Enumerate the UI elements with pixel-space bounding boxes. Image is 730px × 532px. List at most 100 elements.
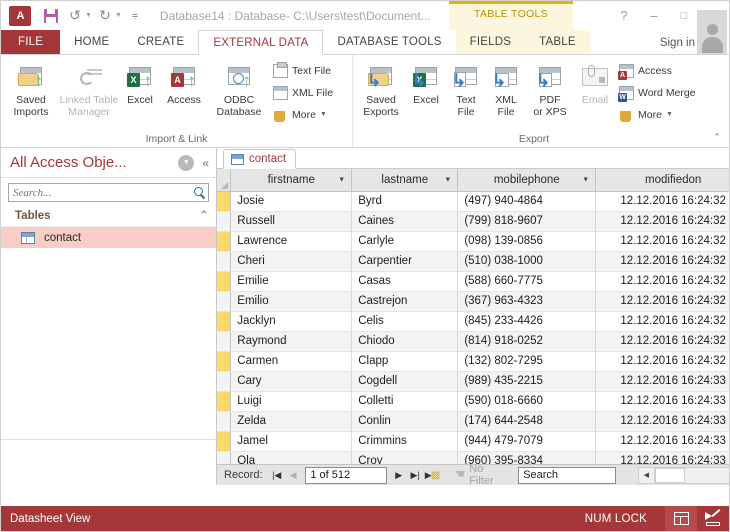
export-more-button[interactable]: More ▼ [616,104,699,125]
cell-lastname[interactable]: Colletti [351,391,459,412]
cell-lastname[interactable]: Caines [351,211,459,232]
filter-toggle-button[interactable]: No Filter [454,463,510,487]
sign-in-link[interactable]: Sign in [660,30,695,55]
row-selector[interactable] [217,371,232,392]
cell-lastname[interactable]: Casas [351,271,459,292]
search-icon[interactable] [193,186,206,199]
select-all-corner[interactable] [217,169,232,192]
chevron-down-icon[interactable]: ▼ [178,154,195,171]
table-row[interactable]: Emilio Castrejon (367) 963-4323 12.12.2016 … [217,291,729,312]
cell-firstname[interactable]: Josie [230,191,353,212]
record-search-input[interactable]: Search [518,466,616,484]
xml-file-export-button[interactable]: ↳ XML File [486,59,526,118]
row-selector[interactable] [217,211,232,232]
odbc-database-button[interactable]: ↑ ODBC Database [208,59,270,118]
tab-table[interactable]: TABLE [525,30,590,54]
row-selector[interactable] [217,311,232,332]
word-merge-button[interactable]: W Word Merge [616,82,699,103]
cell-firstname[interactable]: Jacklyn [230,311,353,332]
cell-modifiedon[interactable]: 12.12.2016 16:24:32 [595,251,729,272]
cell-lastname[interactable]: Cogdell [351,371,459,392]
excel-import-button[interactable]: X ↑ Excel [120,59,160,106]
cell-mobilephone[interactable]: (497) 940-4864 [457,191,597,212]
column-header-modifiedon[interactable]: modifiedon ▼ [595,169,729,192]
nav-search-box[interactable] [8,183,209,202]
cell-modifiedon[interactable]: 12.12.2016 16:24:32 [595,311,729,332]
minimize-icon[interactable]: – [639,2,669,29]
cell-modifiedon[interactable]: 12.12.2016 16:24:32 [595,231,729,252]
cell-firstname[interactable]: Lawrence [230,231,353,252]
cell-firstname[interactable]: Emilie [230,271,353,292]
cell-mobilephone[interactable]: (174) 644-2548 [457,411,597,432]
avatar[interactable] [697,10,727,54]
table-row[interactable]: Cheri Carpentier (510) 038-1000 12.12.2016 … [217,251,729,272]
chevron-down-icon[interactable]: ▼ [444,176,451,183]
design-view-button[interactable] [697,506,729,531]
nav-search-input[interactable] [13,186,193,199]
saved-exports-button[interactable]: ↳ Saved Exports [356,59,406,118]
customize-qat-icon[interactable]: ⩦ [124,5,146,27]
excel-export-button[interactable]: X ↳ Excel [406,59,446,106]
cell-lastname[interactable]: Byrd [351,191,459,212]
linked-table-manager-button[interactable]: Linked Table Manager [58,59,120,118]
row-selector[interactable] [217,391,232,412]
cell-mobilephone[interactable]: (590) 018-6660 [457,391,597,412]
chevron-up-icon[interactable]: ⌃ [200,210,208,221]
save-icon[interactable] [40,5,62,27]
tab-home[interactable]: HOME [60,30,123,54]
nav-group-tables[interactable]: Tables ⌃ [1,205,216,227]
cell-modifiedon[interactable]: 12.12.2016 16:24:32 [595,271,729,292]
tab-external-data[interactable]: EXTERNAL DATA [198,30,324,55]
cell-mobilephone[interactable]: (944) 479-7079 [457,431,597,452]
cell-mobilephone[interactable]: (845) 233-4426 [457,311,597,332]
row-selector[interactable] [217,231,232,252]
pdf-or-xps-button[interactable]: ↳ PDF or XPS [526,59,574,118]
chevron-down-icon[interactable]: ▼ [338,176,345,183]
cell-modifiedon[interactable]: 12.12.2016 16:24:33 [595,391,729,412]
row-selector[interactable] [217,271,232,292]
cell-lastname[interactable]: Clapp [351,351,459,372]
chevron-down-icon[interactable]: ▼ [320,111,327,118]
cell-lastname[interactable]: Chiodo [351,331,459,352]
help-icon[interactable]: ? [609,2,639,29]
cell-modifiedon[interactable]: 12.12.2016 16:24:32 [595,331,729,352]
column-header-mobilephone[interactable]: mobilephone ▼ [457,169,597,192]
cell-mobilephone[interactable]: (588) 660-7775 [457,271,597,292]
tab-create[interactable]: CREATE [123,30,198,54]
maximize-icon[interactable]: □ [669,2,699,29]
import-text-file-button[interactable]: Text File [270,60,336,81]
import-more-button[interactable]: More ▼ [270,104,336,125]
undo-icon[interactable]: ↺ [64,5,86,27]
cell-lastname[interactable]: Crimmins [351,431,459,452]
row-selector[interactable] [217,431,232,452]
record-number-input[interactable]: 1 of 512 [305,466,387,484]
table-row[interactable]: Carmen Clapp (132) 802-7295 12.12.2016 16:2… [217,351,729,372]
import-xml-file-button[interactable]: XML File [270,82,336,103]
first-record-button[interactable]: |◀ [269,467,285,484]
last-record-button[interactable]: ▶| [407,467,423,484]
cell-firstname[interactable]: Luigi [230,391,353,412]
previous-record-button[interactable]: ◀ [285,467,301,484]
tab-fields[interactable]: FIELDS [455,30,526,54]
table-row[interactable]: Jamel Crimmins (944) 479-7079 12.12.2016 16… [217,431,729,452]
cell-lastname[interactable]: Castrejon [351,291,459,312]
datasheet-view-button[interactable] [665,506,697,531]
table-row[interactable]: Ola Croy (960) 395-8334 12.12.2016 16:24:33 [217,451,729,464]
redo-icon[interactable]: ↻ [94,5,116,27]
cell-modifiedon[interactable]: 12.12.2016 16:24:33 [595,451,729,464]
cell-mobilephone[interactable]: (367) 963-4323 [457,291,597,312]
cell-firstname[interactable]: Zelda [230,411,353,432]
table-row[interactable]: Luigi Colletti (590) 018-6660 12.12.2016 16… [217,391,729,412]
horizontal-scrollbar[interactable]: ◀ ▶ [637,466,729,484]
tab-file[interactable]: FILE [1,30,61,54]
table-row[interactable]: Jacklyn Celis (845) 233-4426 12.12.2016 16:… [217,311,729,332]
cell-modifiedon[interactable]: 12.12.2016 16:24:32 [595,211,729,232]
horizontal-scrollbar-thumb[interactable] [654,467,685,483]
cell-firstname[interactable]: Cary [230,371,353,392]
access-import-button[interactable]: A ↑ Access [160,59,208,106]
cell-lastname[interactable]: Croy [351,451,459,464]
next-record-button[interactable]: ▶ [391,467,407,484]
cell-lastname[interactable]: Carlyle [351,231,459,252]
row-selector[interactable] [217,191,232,212]
chevron-down-icon[interactable]: ▼ [666,111,673,118]
